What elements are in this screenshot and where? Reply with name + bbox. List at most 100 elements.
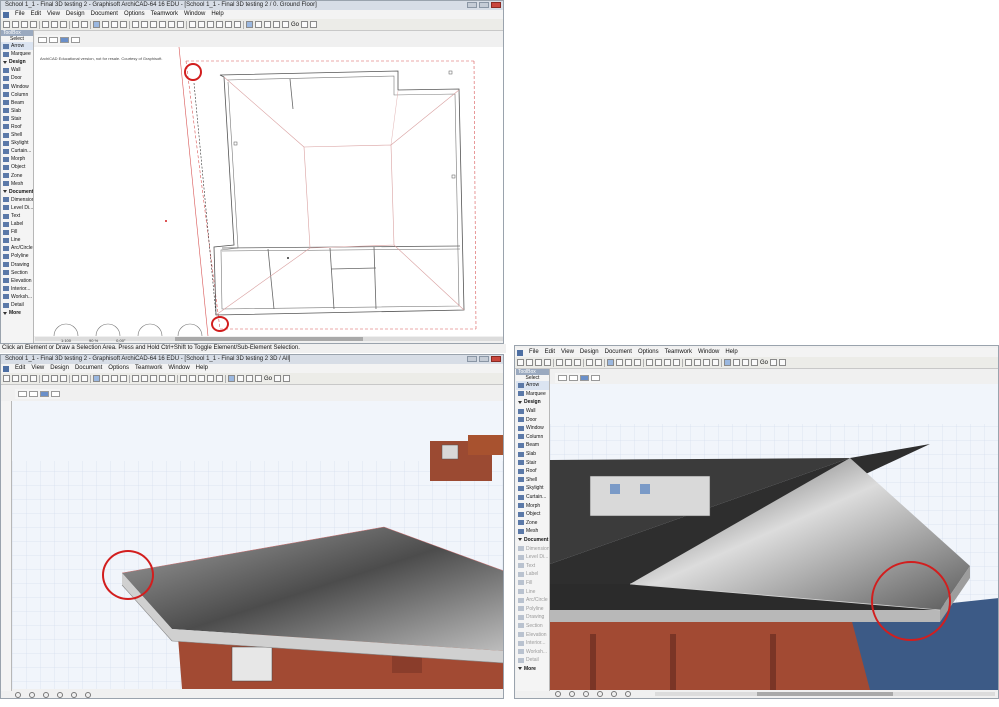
toolbox-tool-arrow[interactable]: Arrow bbox=[1, 42, 33, 51]
menu-item-view[interactable]: View bbox=[47, 10, 60, 19]
toolbox-group-more[interactable]: More bbox=[1, 309, 33, 317]
menu-item-edit[interactable]: Edit bbox=[15, 364, 25, 373]
menu-item-document[interactable]: Document bbox=[91, 10, 118, 19]
toolbox-group-document[interactable]: Document bbox=[516, 536, 549, 545]
pick-icon[interactable] bbox=[634, 359, 641, 366]
app-menu-icon[interactable] bbox=[3, 11, 9, 18]
save-icon[interactable] bbox=[21, 21, 28, 28]
zoom-readout[interactable]: 90 % bbox=[89, 338, 98, 343]
new-file-icon[interactable] bbox=[517, 359, 524, 366]
toolbox-tool-dimension[interactable]: Dimension bbox=[516, 544, 549, 553]
toolbox-tool-line[interactable]: Line bbox=[1, 236, 33, 244]
nav-zoom-out-icon[interactable] bbox=[57, 692, 63, 698]
toolbox-tool-level-dimension[interactable]: Level Di... bbox=[516, 553, 549, 562]
toolbox-group-design[interactable]: Design bbox=[516, 398, 549, 407]
open-file-icon[interactable] bbox=[12, 21, 19, 28]
view-mode-icon[interactable] bbox=[246, 21, 253, 28]
magic-wand-icon[interactable] bbox=[111, 21, 118, 28]
toolbox-tool-marquee[interactable]: Marquee bbox=[1, 50, 33, 58]
pick-icon[interactable] bbox=[120, 375, 127, 382]
copy-icon[interactable] bbox=[51, 21, 58, 28]
redo-icon[interactable] bbox=[81, 375, 88, 382]
info-pointer-icon[interactable] bbox=[591, 375, 600, 381]
new-file-icon[interactable] bbox=[3, 375, 10, 382]
navigator-icon[interactable] bbox=[225, 21, 232, 28]
3d-canvas[interactable] bbox=[12, 401, 503, 689]
menu-item-document[interactable]: Document bbox=[75, 364, 102, 373]
redo-icon[interactable] bbox=[595, 359, 602, 366]
toolbox-tool-column[interactable]: Column bbox=[516, 433, 549, 442]
menu-item-design[interactable]: Design bbox=[66, 10, 85, 19]
toolbox-tool-mesh[interactable]: Mesh bbox=[1, 180, 33, 188]
render-icon[interactable] bbox=[255, 21, 262, 28]
3d-canvas[interactable] bbox=[550, 384, 998, 690]
toolbox-tool-section[interactable]: Section bbox=[516, 622, 549, 631]
toolbox-tool-beam[interactable]: Beam bbox=[1, 99, 33, 107]
info-layer-icon[interactable] bbox=[558, 375, 567, 381]
gravity-icon[interactable] bbox=[673, 359, 680, 366]
toolbox-tool-marquee[interactable]: Marquee bbox=[516, 390, 549, 399]
info-layer-icon[interactable] bbox=[18, 391, 27, 397]
help-icon[interactable] bbox=[283, 375, 291, 382]
toolbox-tool-interior-elevation[interactable]: Interior... bbox=[1, 285, 33, 293]
toolbox-tool-label[interactable]: Label bbox=[1, 220, 33, 228]
toolbox-tool-object[interactable]: Object bbox=[516, 510, 549, 519]
go-button[interactable]: Go bbox=[291, 22, 299, 28]
nav-zoom-out-icon[interactable] bbox=[597, 691, 603, 697]
layer-icon[interactable] bbox=[655, 359, 662, 366]
redo-icon[interactable] bbox=[81, 21, 88, 28]
zoom-icon[interactable] bbox=[255, 375, 262, 382]
toolbox-tool-morph[interactable]: Morph bbox=[516, 501, 549, 510]
toolbox-tool-zone[interactable]: Zone bbox=[1, 172, 33, 180]
toolbox-tool-arc[interactable]: Arc/Circle bbox=[516, 596, 549, 605]
view-mode-icon[interactable] bbox=[228, 375, 235, 382]
navigator-icon[interactable] bbox=[216, 375, 223, 382]
find-icon[interactable] bbox=[301, 21, 309, 28]
find-icon[interactable] bbox=[770, 359, 778, 366]
undo-icon[interactable] bbox=[72, 375, 79, 382]
nav-pan-icon[interactable] bbox=[569, 691, 575, 697]
toolbox-group-document[interactable]: Document bbox=[1, 188, 33, 196]
toolbox-tool-arrow[interactable]: Arrow bbox=[516, 381, 549, 390]
toolbox-tool-morph[interactable]: Morph bbox=[1, 155, 33, 163]
find-icon[interactable] bbox=[274, 375, 282, 382]
layout-icon[interactable] bbox=[273, 21, 280, 28]
toolbox-group-more[interactable]: More bbox=[516, 665, 549, 674]
toolbox-tool-shell[interactable]: Shell bbox=[516, 476, 549, 485]
filter-icon[interactable] bbox=[246, 375, 253, 382]
open-file-icon[interactable] bbox=[12, 375, 19, 382]
toolbox-tool-detail[interactable]: Detail bbox=[516, 656, 549, 665]
angle-readout[interactable]: 0,00° bbox=[116, 338, 125, 343]
nav-home-icon[interactable] bbox=[85, 692, 91, 698]
toolbox-tool-roof[interactable]: Roof bbox=[516, 467, 549, 476]
cut-icon[interactable] bbox=[556, 359, 563, 366]
toolbox-tool-wall[interactable]: Wall bbox=[516, 407, 549, 416]
toolbox-tool-wall[interactable]: Wall bbox=[1, 66, 33, 74]
gravity-icon[interactable] bbox=[159, 375, 166, 382]
layer-icon[interactable] bbox=[141, 21, 148, 28]
toolbox-tool-mesh[interactable]: Mesh bbox=[516, 527, 549, 536]
toolbox-tool-window[interactable]: Window bbox=[516, 424, 549, 433]
pick-icon[interactable] bbox=[120, 21, 127, 28]
info-method-icon[interactable] bbox=[40, 391, 49, 397]
toolbox-tool-beam[interactable]: Beam bbox=[516, 441, 549, 450]
print-icon[interactable] bbox=[30, 21, 37, 28]
toolbox-tool-shell[interactable]: Shell bbox=[1, 131, 33, 139]
horizontal-scrollbar[interactable] bbox=[655, 692, 995, 696]
pan-icon[interactable] bbox=[189, 375, 196, 382]
snap-guide-icon[interactable] bbox=[93, 375, 100, 382]
section-window-icon[interactable] bbox=[207, 375, 214, 382]
floor-plan-canvas[interactable]: ArchiCAD Educational version, not for re… bbox=[34, 47, 503, 336]
info-layer-icon[interactable] bbox=[38, 37, 47, 43]
toolbox-tool-curtain-wall[interactable]: Curtain... bbox=[1, 147, 33, 155]
snap-mode-icon[interactable] bbox=[616, 359, 623, 366]
toolbox-tool-skylight[interactable]: Skylight bbox=[516, 484, 549, 493]
render-icon[interactable] bbox=[237, 375, 244, 382]
filter-icon[interactable] bbox=[264, 21, 271, 28]
group-icon[interactable] bbox=[168, 375, 175, 382]
toolbox-tool-slab[interactable]: Slab bbox=[516, 450, 549, 459]
info-pointer-icon[interactable] bbox=[71, 37, 80, 43]
menu-item-window[interactable]: Window bbox=[184, 10, 205, 19]
snap-guide-icon[interactable] bbox=[93, 21, 100, 28]
toolbox-tool-polyline[interactable]: Polyline bbox=[516, 604, 549, 613]
